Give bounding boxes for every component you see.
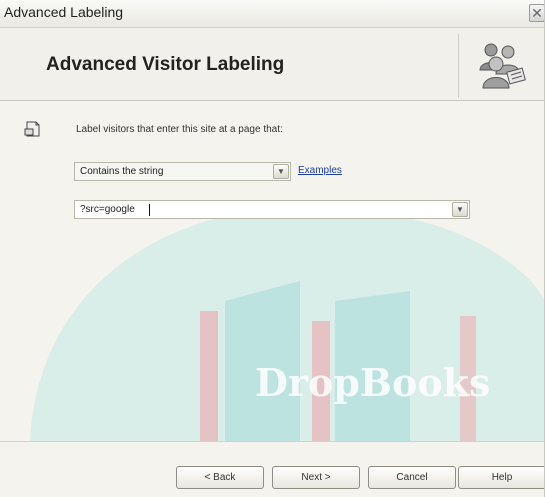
wizard-footer: < Back Next > Cancel Help: [0, 441, 544, 497]
match-string-combobox[interactable]: ?src=google ▼: [74, 200, 470, 219]
close-button[interactable]: ✕: [529, 4, 544, 22]
examples-link[interactable]: Examples: [298, 165, 342, 176]
people-group-icon: [479, 43, 526, 89]
label-page-icon: [24, 121, 40, 137]
cancel-button[interactable]: Cancel: [368, 466, 456, 489]
chevron-down-icon[interactable]: ▼: [452, 202, 468, 217]
watermark-text: DropBooks: [255, 360, 490, 405]
dialog-content: DropBooks Label visitors that enter this…: [0, 101, 544, 441]
dropbooks-watermark: DropBooks: [30, 206, 544, 441]
match-type-value: Contains the string: [80, 166, 164, 177]
wizard-header: Advanced Visitor Labeling: [0, 28, 544, 101]
page-title: Advanced Visitor Labeling: [46, 54, 285, 75]
rule-prompt: Label visitors that enter this site at a…: [76, 124, 283, 135]
help-button[interactable]: Help: [458, 466, 544, 489]
match-string-value[interactable]: ?src=google: [80, 204, 135, 215]
header-divider: [458, 34, 459, 98]
chevron-down-icon[interactable]: ▼: [273, 164, 289, 179]
text-cursor: [149, 204, 150, 216]
back-button[interactable]: < Back: [176, 466, 264, 489]
next-button[interactable]: Next >: [272, 466, 360, 489]
close-icon: ✕: [531, 5, 543, 21]
window-title: Advanced Labeling: [4, 4, 124, 20]
advanced-labeling-dialog: Advanced Labeling ✕ Advanced Visitor Lab…: [0, 0, 545, 497]
match-type-select[interactable]: Contains the string ▼: [74, 162, 291, 181]
title-bar: Advanced Labeling ✕: [0, 0, 544, 28]
